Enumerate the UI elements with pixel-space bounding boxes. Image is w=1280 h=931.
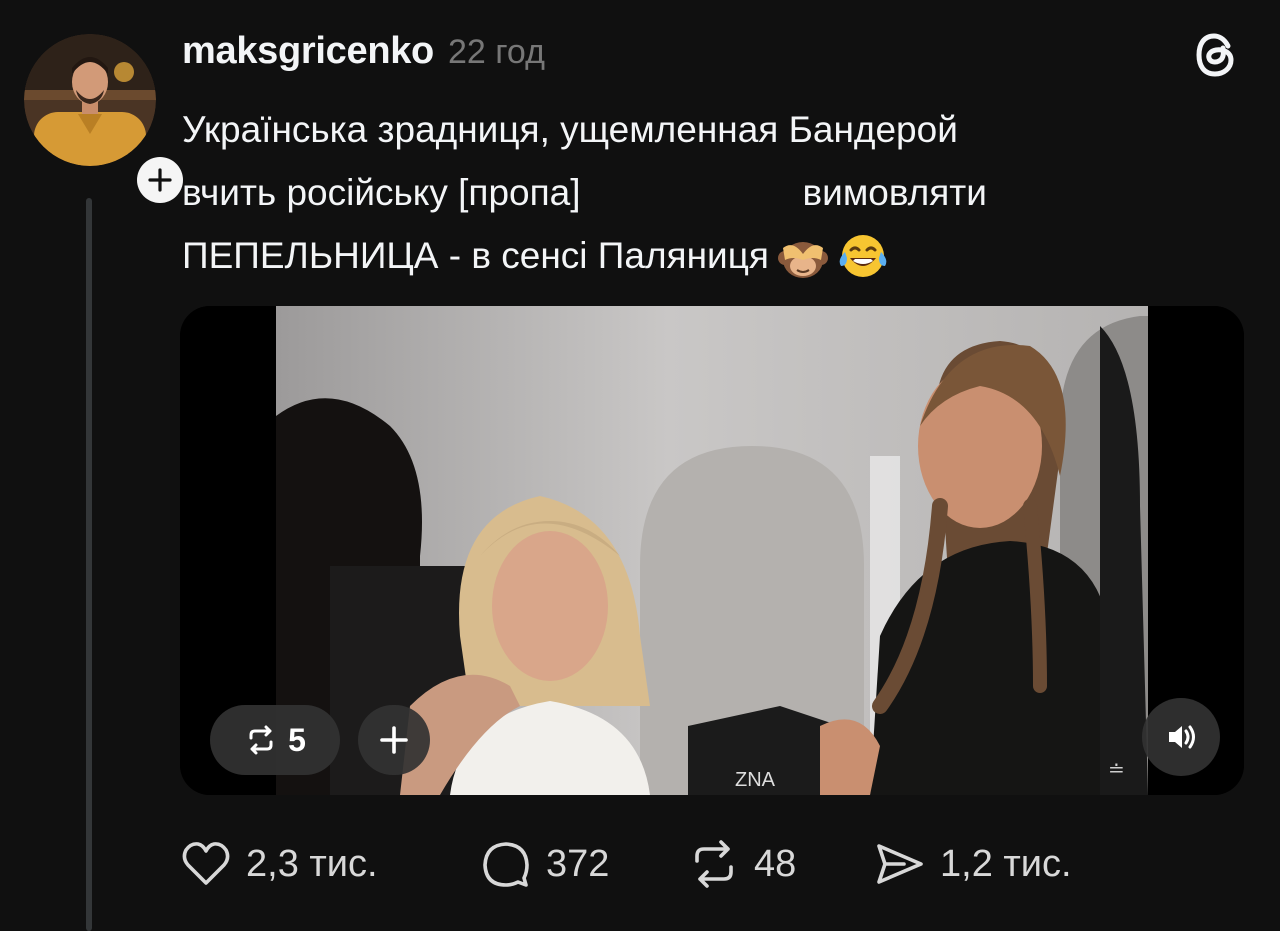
speaker-icon <box>1169 725 1195 749</box>
post-timestamp[interactable]: 22 год <box>448 33 545 72</box>
username-link[interactable]: maksgricenko <box>182 30 434 73</box>
thread-line <box>86 198 92 931</box>
see-no-evil-monkey-emoji <box>777 241 828 278</box>
post-text-line-2-start: вчить російську [пропа] <box>182 172 581 213</box>
plus-icon <box>148 168 172 192</box>
follow-button[interactable] <box>132 152 188 208</box>
comment-button[interactable]: 372 <box>480 838 609 890</box>
repost-button[interactable]: 48 <box>688 838 796 890</box>
share-count: 1,2 тис. <box>940 842 1072 885</box>
post-header: maksgricenko 22 год <box>182 30 545 80</box>
post-text: Українська зрадниця, ущемленная Бандерой… <box>182 98 1182 287</box>
share-button[interactable]: 1,2 тис. <box>874 838 1072 890</box>
post-actions: 2,3 тис. 372 48 1,2 тис. <box>0 838 1280 894</box>
heart-icon <box>182 842 230 885</box>
video-watermark: ≐ <box>1108 759 1125 781</box>
post-text-line-2-end: вимовляти <box>802 172 987 213</box>
like-count: 2,3 тис. <box>246 842 378 885</box>
post-text-line-3: ПЕПЕЛЬНИЦА - в сенсі Паляниця <box>182 224 1182 287</box>
video-repost-button[interactable]: 5 <box>210 705 340 775</box>
repost-arrows-icon <box>695 840 733 888</box>
send-icon <box>877 844 923 884</box>
video-add-button[interactable] <box>358 705 430 775</box>
bag-print-text: ZNA <box>735 769 776 791</box>
video-repost-count: 5 <box>288 721 306 758</box>
repost-arrows-icon <box>249 725 273 755</box>
comment-count: 372 <box>546 842 610 885</box>
tears-of-joy-emoji <box>839 234 887 277</box>
plus-icon <box>380 726 408 754</box>
sound-toggle-button[interactable] <box>1142 698 1220 776</box>
threads-logo-icon[interactable] <box>1190 28 1244 82</box>
video-frame: ZNA ≐ <box>180 306 1244 795</box>
post-text-line-2: вчить російську [пропа] вимовляти <box>182 161 1182 224</box>
avatar-container[interactable] <box>24 34 188 208</box>
repost-count: 48 <box>754 842 797 885</box>
avatar[interactable] <box>24 34 156 166</box>
like-button[interactable]: 2,3 тис. <box>180 838 378 890</box>
post-text-line-3-text: ПЕПЕЛЬНИЦА - в сенсі Паляниця <box>182 235 769 276</box>
avatar-photo <box>24 34 156 166</box>
comment-bubble-icon <box>483 842 529 887</box>
post-text-line-1: Українська зрадниця, ущемленная Бандерой <box>182 109 958 150</box>
video-player[interactable]: ZNA ≐ 5 <box>180 306 1244 795</box>
